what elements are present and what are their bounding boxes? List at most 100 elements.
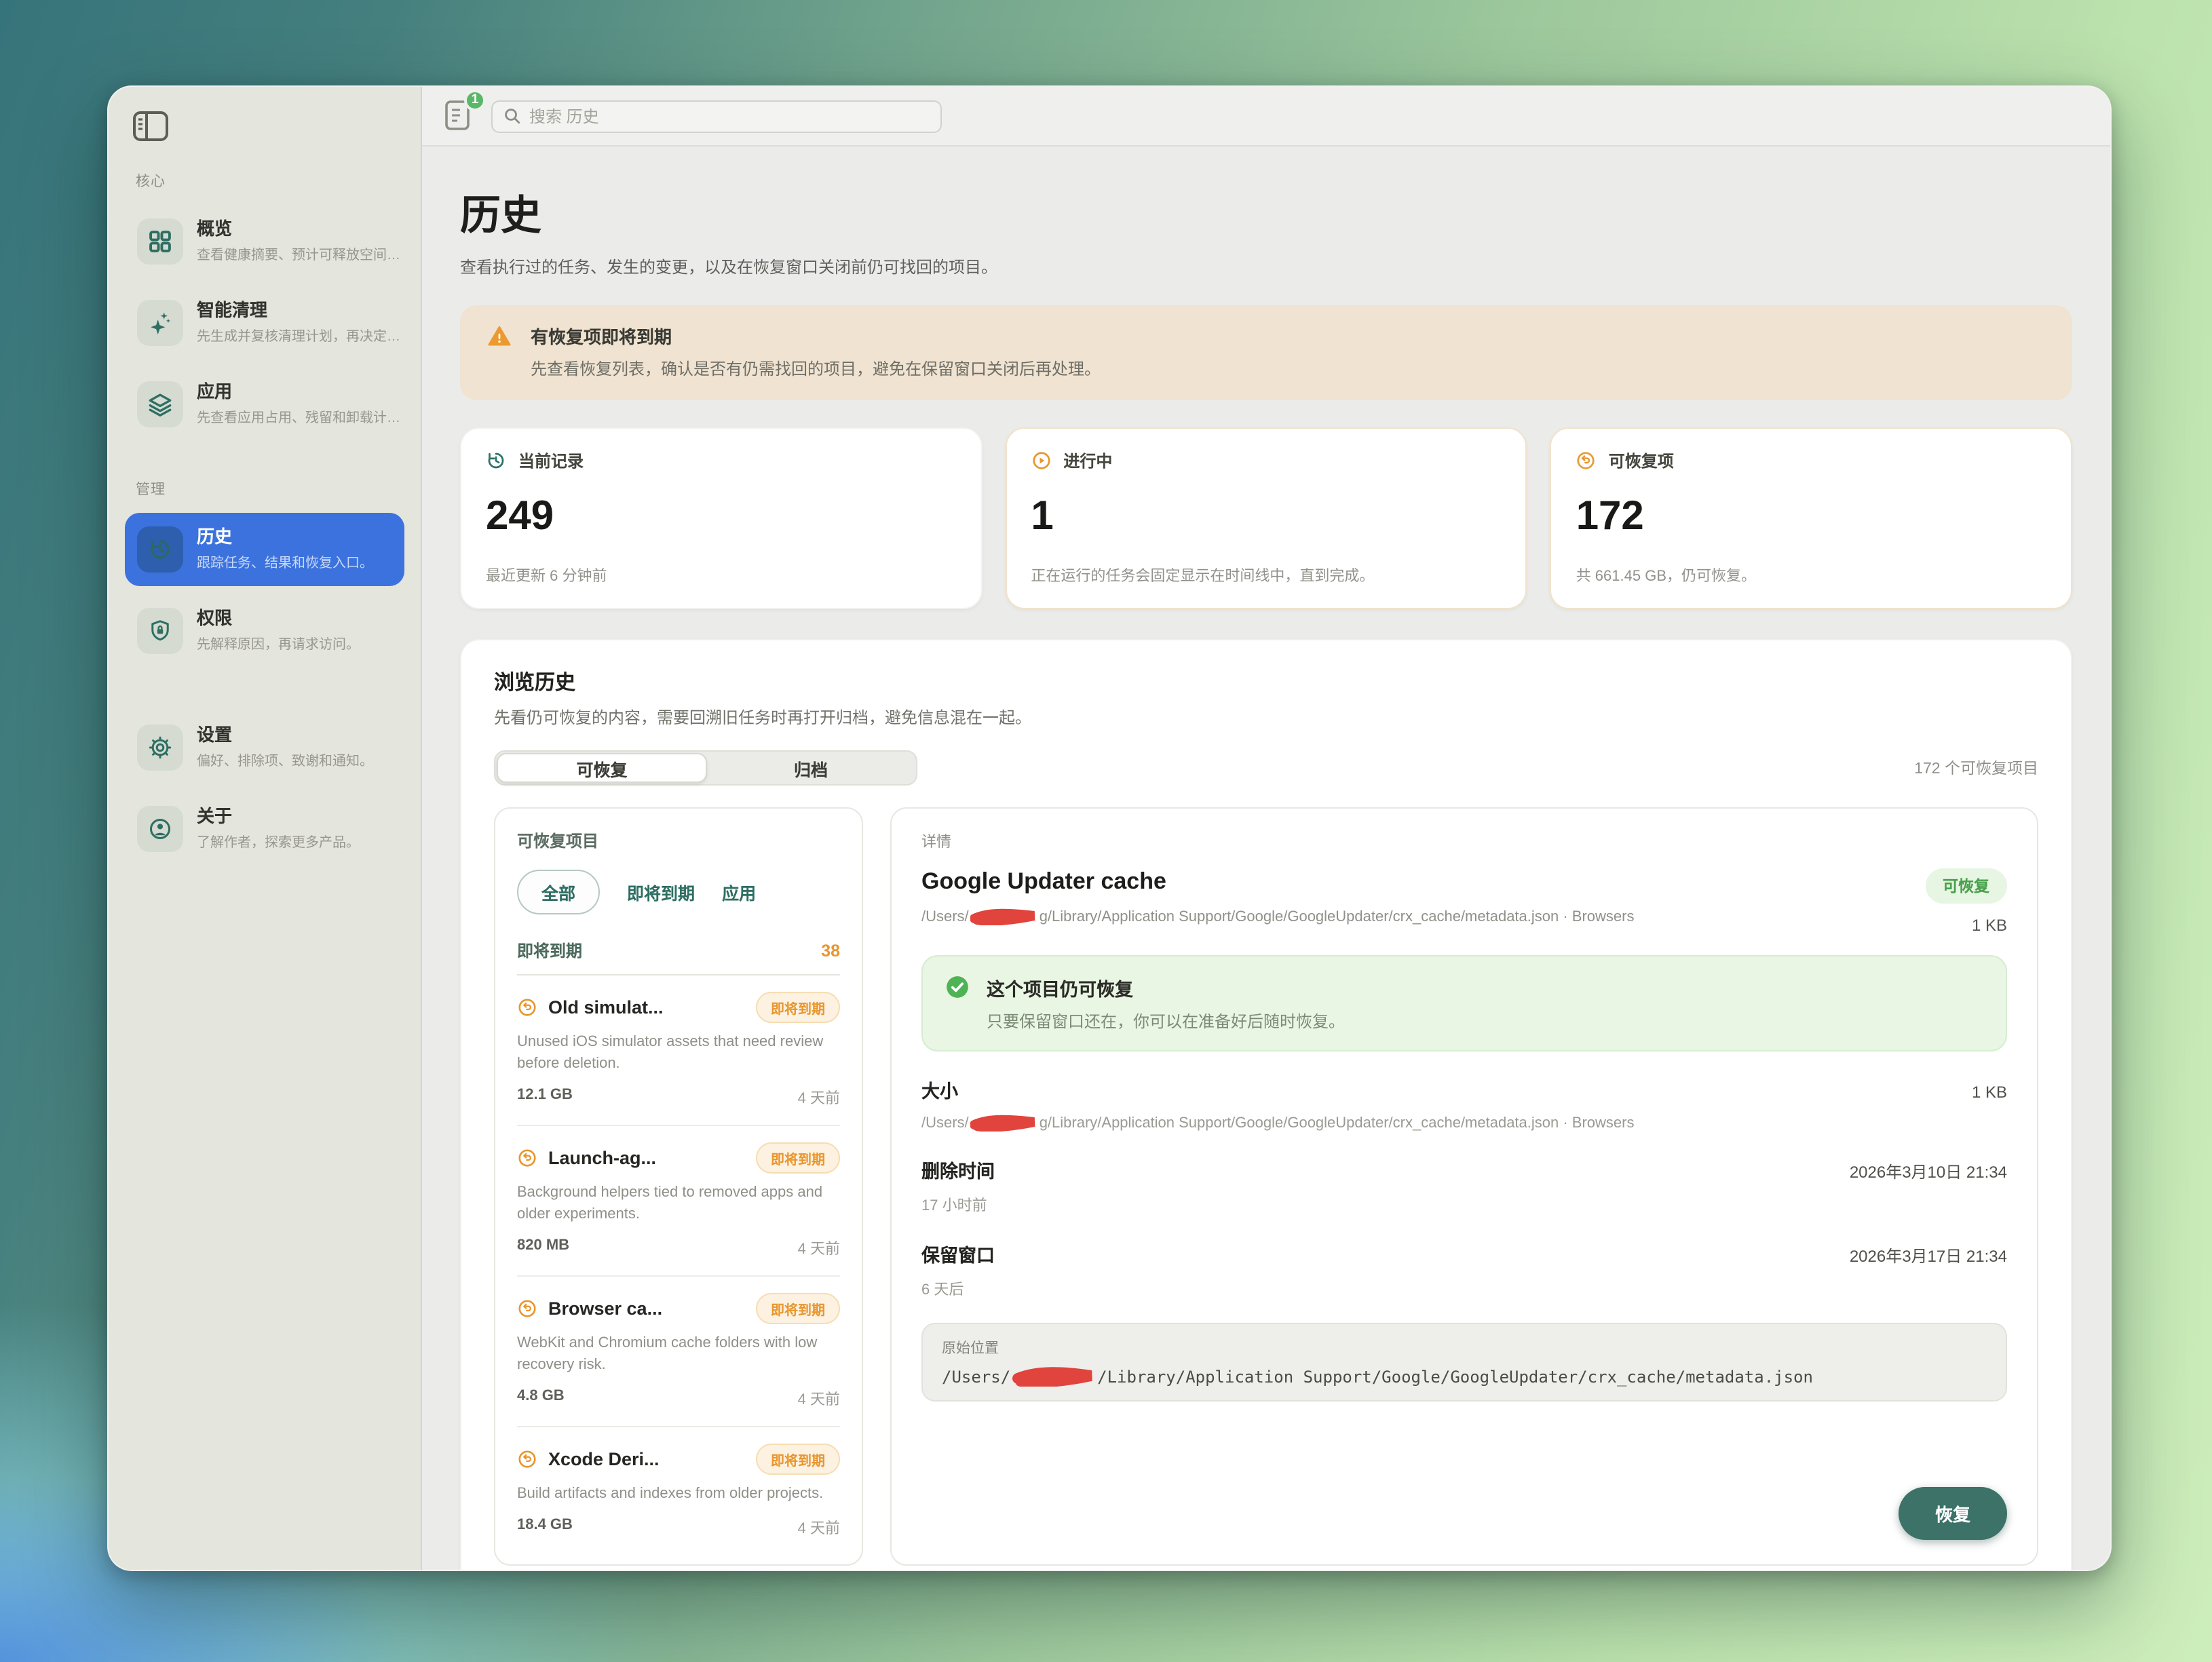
path-prefix: /Users/ <box>942 1367 1011 1386</box>
item-expiring-badge: 即将到期 <box>756 992 840 1023</box>
size-path: /Users/g/Library/Application Support/Goo… <box>921 1114 2007 1132</box>
sidebar-item-desc: 偏好、排除项、致谢和通知。 <box>197 754 373 769</box>
banner-title: 有恢复项即将到期 <box>531 327 672 347</box>
note-body: 只要保留窗口还在，你可以在准备好后随时恢复。 <box>987 1012 1346 1031</box>
detail-label: 详情 <box>921 834 951 851</box>
list-item[interactable]: Old simulat... 即将到期 Unused iOS simulator… <box>517 975 840 1126</box>
check-circle-icon <box>945 974 970 1007</box>
item-expiring-badge: 即将到期 <box>756 1443 840 1475</box>
retention-label: 保留窗口 <box>921 1245 995 1266</box>
list-title: 可恢复项目 <box>517 832 599 851</box>
restore-arrow-icon <box>517 1148 537 1168</box>
redaction-scribble <box>1012 1366 1096 1387</box>
person-circle-icon <box>137 806 183 852</box>
tab-recoverable[interactable]: 可恢复 <box>497 753 707 783</box>
detail-header-size: 1 KB <box>1971 916 2007 935</box>
sidebar-item-label: 历史 <box>197 526 233 547</box>
item-size: 18.4 GB <box>517 1516 573 1533</box>
group-count: 38 <box>821 941 840 960</box>
tasks-button[interactable]: 1 <box>444 89 486 134</box>
search-input[interactable] <box>529 107 930 125</box>
sidebar-item-overview[interactable]: 概览查看健康摘要、预计可释放空间… <box>125 205 404 278</box>
item-time: 4 天前 <box>797 1391 840 1408</box>
item-expiring-badge: 即将到期 <box>756 1142 840 1174</box>
size-label: 大小 <box>921 1081 958 1102</box>
item-description: Build artifacts and indexes from older p… <box>517 1485 824 1502</box>
item-size: 820 MB <box>517 1237 570 1254</box>
filter-expiring[interactable]: 即将到期 <box>627 879 695 905</box>
sparkles-icon <box>137 300 183 346</box>
sidebar-item-label: 智能清理 <box>197 300 268 320</box>
recoverable-note: 这个项目仍可恢复 只要保留窗口还在，你可以在准备好后随时恢复。 <box>921 955 2007 1051</box>
item-time: 4 天前 <box>797 1241 840 1258</box>
size-value: 1 KB <box>1971 1083 2007 1102</box>
page-subtitle: 查看执行过的任务、发生的变更，以及在恢复窗口关闭前仍可找回的项目。 <box>460 258 998 277</box>
stat-label: 可恢复项 <box>1608 452 1674 471</box>
tab-archive[interactable]: 归档 <box>707 753 915 783</box>
restore-button[interactable]: 恢复 <box>1898 1486 2007 1540</box>
path-prefix: /Users/ <box>921 908 969 925</box>
detail-path: /Users/g/Library/Application Support/Goo… <box>921 908 1635 925</box>
sidebar-item-desc: 先解释原因，再请求访问。 <box>197 638 360 653</box>
banner-body: 先查看恢复列表，确认是否有仍需找回的项目，避免在保留窗口关闭后再处理。 <box>531 360 1101 379</box>
path-suffix: g/Library/Application Support/Google/Goo… <box>1039 1115 1635 1131</box>
stat-footer: 共 661.45 GB，仍可恢复。 <box>1576 568 1756 585</box>
stat-value: 249 <box>486 494 554 539</box>
sidebar-item-desc: 先查看应用占用、残留和卸载计… <box>197 411 400 426</box>
item-title: Old simulat... <box>548 997 664 1018</box>
sidebar-item-desc: 跟踪任务、结果和恢复入口。 <box>197 556 373 571</box>
restore-arrow-icon <box>517 1448 537 1469</box>
sidebar-item-permissions[interactable]: 权限先解释原因，再请求访问。 <box>125 594 404 668</box>
expiry-warning-banner: 有恢复项即将到期 先查看恢复列表，确认是否有仍需找回的项目，避免在保留窗口关闭后… <box>460 305 2072 400</box>
sidebar-item-settings[interactable]: 设置偏好、排除项、致谢和通知。 <box>125 711 404 784</box>
sidebar-item-desc: 先生成并复核清理计划，再决定… <box>197 330 400 345</box>
filter-all[interactable]: 全部 <box>517 870 600 914</box>
list-group-header: 即将到期 38 <box>517 939 840 975</box>
stat-footer: 最近更新 6 分钟前 <box>486 568 607 585</box>
app-window: 核心 概览查看健康摘要、预计可释放空间… 智能清理先生成并复核清理计划，再决定…… <box>107 85 2112 1571</box>
size-row: 大小 1 KB /Users/g/Library/Application Sup… <box>921 1076 2007 1132</box>
list-item[interactable]: Browser ca... 即将到期 WebKit and Chromium c… <box>517 1277 840 1427</box>
list-item[interactable]: Launch-ag... 即将到期 Background helpers tie… <box>517 1126 840 1277</box>
sidebar-item-label: 概览 <box>197 218 233 239</box>
retention-date: 2026年3月17日 21:34 <box>1849 1247 2007 1266</box>
search-icon <box>503 107 521 125</box>
list-filters: 全部 即将到期 应用 <box>517 870 840 914</box>
sidebar: 核心 概览查看健康摘要、预计可释放空间… 智能清理先生成并复核清理计划，再决定…… <box>109 87 422 1570</box>
search-field[interactable] <box>491 100 942 132</box>
item-description: Background helpers tied to removed apps … <box>517 1184 823 1222</box>
tabs-row: 可恢复 归档 172 个可恢复项目 <box>494 750 2038 786</box>
tasks-badge: 1 <box>464 89 486 111</box>
deleted-time-row: 删除时间 2026年3月10日 21:34 17 小时前 <box>921 1156 2007 1216</box>
list-item[interactable]: Xcode Deri... 即将到期 Build artifacts and i… <box>517 1427 840 1543</box>
item-title: Launch-ag... <box>548 1147 657 1168</box>
stat-value: 1 <box>1031 494 1054 539</box>
item-description: Unused iOS simulator assets that need re… <box>517 1034 824 1072</box>
sidebar-toggle-icon[interactable] <box>133 111 168 141</box>
deleted-label: 删除时间 <box>921 1161 995 1182</box>
history-clock-icon <box>486 450 506 471</box>
item-time: 4 天前 <box>797 1090 840 1107</box>
browse-history-panel: 浏览历史 先看仍可恢复的内容，需要回溯旧任务时再打开归档，避免信息混在一起。 可… <box>460 639 2072 1570</box>
page-content: 历史 查看执行过的任务、发生的变更，以及在恢复窗口关闭前仍可找回的项目。 有恢复… <box>422 147 2110 1570</box>
sidebar-item-smart-clean[interactable]: 智能清理先生成并复核清理计划，再决定… <box>125 286 404 360</box>
sidebar-item-history[interactable]: 历史跟踪任务、结果和恢复入口。 <box>125 513 404 586</box>
retention-relative: 6 天后 <box>921 1282 964 1298</box>
grid-icon <box>137 218 183 265</box>
main-area: 1 历史 查看执行过的任务、发生的变更，以及在恢复窗口关闭前仍可找回的项目。 <box>422 87 2110 1570</box>
item-time: 4 天前 <box>797 1520 840 1537</box>
sidebar-section-core: 核心 <box>136 174 166 190</box>
sidebar-item-about[interactable]: 关于了解作者，探索更多产品。 <box>125 792 404 866</box>
sidebar-item-apps[interactable]: 应用先查看应用占用、残留和卸载计… <box>125 368 404 441</box>
sidebar-section-manage: 管理 <box>136 482 166 498</box>
path-suffix: g/Library/Application Support/Google/Goo… <box>1039 908 1635 925</box>
gear-icon <box>137 724 183 771</box>
filter-apps[interactable]: 应用 <box>722 879 756 905</box>
sidebar-item-desc: 了解作者，探索更多产品。 <box>197 836 360 851</box>
stat-value: 172 <box>1576 494 1644 539</box>
item-size: 12.1 GB <box>517 1086 573 1103</box>
layers-icon <box>137 381 183 427</box>
stat-label: 当前记录 <box>518 452 584 471</box>
item-expiring-badge: 即将到期 <box>756 1292 840 1324</box>
redaction-scribble <box>970 908 1038 925</box>
